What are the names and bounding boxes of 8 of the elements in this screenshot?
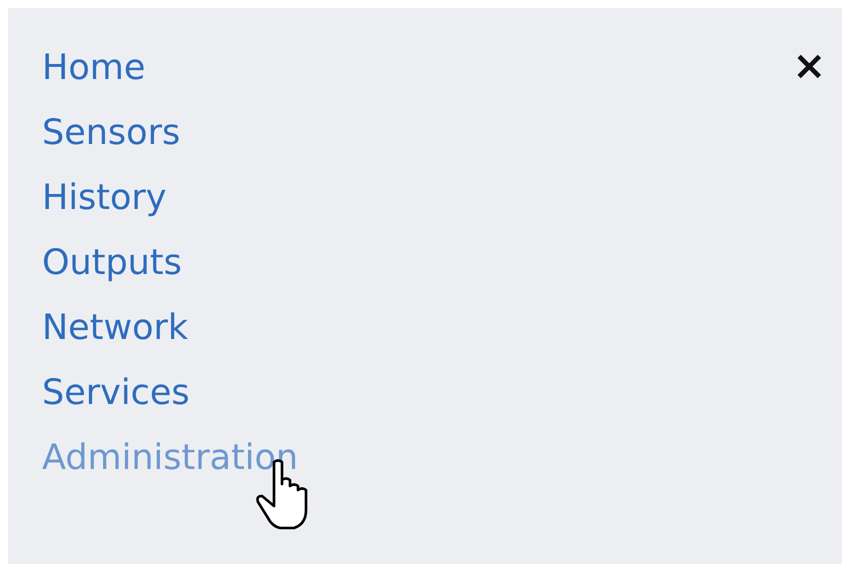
menu-item[interactable]: Administration xyxy=(42,426,298,491)
menu-item[interactable]: Network xyxy=(42,296,188,361)
menu-item[interactable]: Home xyxy=(42,36,146,101)
menu-item[interactable]: History xyxy=(42,166,167,231)
menu-item[interactable]: Services xyxy=(42,361,190,426)
menu-item[interactable]: Outputs xyxy=(42,231,182,296)
menu-item[interactable]: Sensors xyxy=(42,101,180,166)
close-button[interactable]: × xyxy=(792,44,826,88)
